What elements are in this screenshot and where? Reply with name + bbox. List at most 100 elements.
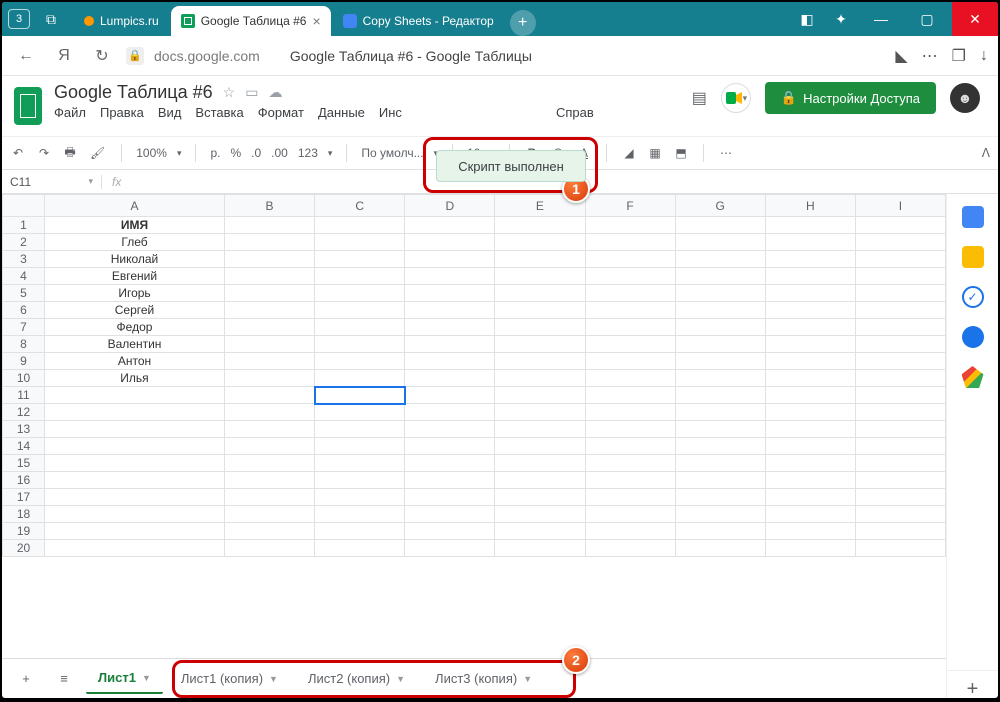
addons-plus-icon[interactable]: + xyxy=(947,670,998,698)
row-header[interactable]: 9 xyxy=(3,353,45,370)
cell[interactable] xyxy=(225,404,315,421)
cell[interactable] xyxy=(585,234,675,251)
extension-icon[interactable]: ✦ xyxy=(828,7,854,31)
cell[interactable] xyxy=(855,523,945,540)
cell[interactable] xyxy=(405,251,495,268)
borders-button[interactable]: ▦ xyxy=(647,146,663,160)
cell[interactable] xyxy=(765,523,855,540)
cell[interactable] xyxy=(675,285,765,302)
cell[interactable] xyxy=(675,302,765,319)
cell[interactable] xyxy=(765,217,855,234)
cell[interactable] xyxy=(855,251,945,268)
cell[interactable] xyxy=(315,251,405,268)
chevron-down-icon[interactable]: ▼ xyxy=(523,674,532,684)
cell[interactable] xyxy=(225,421,315,438)
cell[interactable] xyxy=(585,455,675,472)
cell[interactable] xyxy=(675,421,765,438)
undo-icon[interactable]: ↶ xyxy=(10,146,26,160)
cell[interactable] xyxy=(45,489,225,506)
cell[interactable] xyxy=(405,336,495,353)
cell[interactable] xyxy=(315,217,405,234)
cell[interactable] xyxy=(585,370,675,387)
collapse-toolbar-icon[interactable]: ᐱ xyxy=(982,146,990,160)
cell[interactable] xyxy=(765,353,855,370)
more-icon[interactable]: ⋯ xyxy=(922,46,938,66)
cell[interactable] xyxy=(225,302,315,319)
cell[interactable] xyxy=(765,506,855,523)
cell[interactable] xyxy=(675,472,765,489)
cell[interactable] xyxy=(585,472,675,489)
contacts-icon[interactable] xyxy=(962,326,984,348)
home-icon[interactable]: 3 xyxy=(8,9,30,29)
tab-copy-sheets[interactable]: Copy Sheets - Редактор xyxy=(333,6,504,36)
cell[interactable] xyxy=(495,438,585,455)
column-header[interactable]: A xyxy=(45,195,225,217)
cell[interactable] xyxy=(315,404,405,421)
menu-format[interactable]: Формат xyxy=(258,105,304,120)
cell[interactable] xyxy=(315,353,405,370)
move-icon[interactable]: ▭ xyxy=(245,84,258,101)
cell[interactable] xyxy=(225,540,315,557)
cell[interactable] xyxy=(225,268,315,285)
cell[interactable] xyxy=(585,251,675,268)
cloud-icon[interactable]: ☁ xyxy=(268,84,282,101)
row-header[interactable]: 8 xyxy=(3,336,45,353)
cell[interactable]: Валентин xyxy=(45,336,225,353)
cell[interactable] xyxy=(495,421,585,438)
currency-button[interactable]: р. xyxy=(210,146,220,160)
document-title[interactable]: Google Таблица #6 xyxy=(54,82,213,103)
cell[interactable] xyxy=(225,506,315,523)
cell[interactable] xyxy=(225,336,315,353)
cell[interactable] xyxy=(675,455,765,472)
cell[interactable] xyxy=(765,285,855,302)
cell[interactable] xyxy=(585,421,675,438)
cell[interactable] xyxy=(855,438,945,455)
cell[interactable] xyxy=(495,302,585,319)
sheet-tab-active[interactable]: Лист1▼ xyxy=(86,664,163,694)
row-header[interactable]: 6 xyxy=(3,302,45,319)
cell[interactable] xyxy=(585,489,675,506)
row-header[interactable]: 13 xyxy=(3,421,45,438)
menu-data[interactable]: Данные xyxy=(318,105,365,120)
cell[interactable] xyxy=(585,319,675,336)
cell[interactable] xyxy=(495,404,585,421)
cell[interactable] xyxy=(675,353,765,370)
cell-reference[interactable]: C11▾ xyxy=(2,175,102,189)
row-header[interactable]: 12 xyxy=(3,404,45,421)
spreadsheet-grid[interactable]: ABCDEFGHI 1ИМЯ2Глеб3Николай4Евгений5Игор… xyxy=(2,194,946,658)
cell[interactable] xyxy=(225,234,315,251)
back-button[interactable]: ← xyxy=(12,42,40,70)
maximize-button[interactable]: ▢ xyxy=(904,2,950,36)
decrease-decimal-button[interactable]: .0 xyxy=(251,146,261,160)
print-icon[interactable]: 🖶 xyxy=(62,143,78,164)
cell[interactable] xyxy=(765,268,855,285)
cell[interactable] xyxy=(315,506,405,523)
new-tab-button[interactable]: + xyxy=(510,10,536,36)
row-header[interactable]: 2 xyxy=(3,234,45,251)
add-sheet-button[interactable]: + xyxy=(10,664,42,694)
column-header[interactable]: I xyxy=(855,195,945,217)
menu-file[interactable]: Файл xyxy=(54,105,86,120)
cell[interactable] xyxy=(585,268,675,285)
column-header[interactable]: F xyxy=(585,195,675,217)
cell[interactable] xyxy=(315,370,405,387)
cell[interactable] xyxy=(675,268,765,285)
column-header[interactable]: C xyxy=(315,195,405,217)
select-all-corner[interactable] xyxy=(3,195,45,217)
sheet-tab-copy[interactable]: Лист3 (копия)▼ xyxy=(423,664,544,694)
cell[interactable] xyxy=(315,472,405,489)
cell[interactable] xyxy=(225,319,315,336)
cell[interactable] xyxy=(675,387,765,404)
cell[interactable] xyxy=(315,438,405,455)
chevron-down-icon[interactable]: ▼ xyxy=(142,673,151,683)
reload-button[interactable]: ↻ xyxy=(88,42,116,70)
cell[interactable] xyxy=(675,251,765,268)
maps-icon[interactable] xyxy=(962,366,984,388)
row-header[interactable]: 19 xyxy=(3,523,45,540)
cell[interactable] xyxy=(495,251,585,268)
cell[interactable] xyxy=(405,370,495,387)
cell[interactable] xyxy=(315,268,405,285)
cell[interactable] xyxy=(45,523,225,540)
menu-tools[interactable]: Инс xyxy=(379,105,402,120)
cell[interactable] xyxy=(495,506,585,523)
